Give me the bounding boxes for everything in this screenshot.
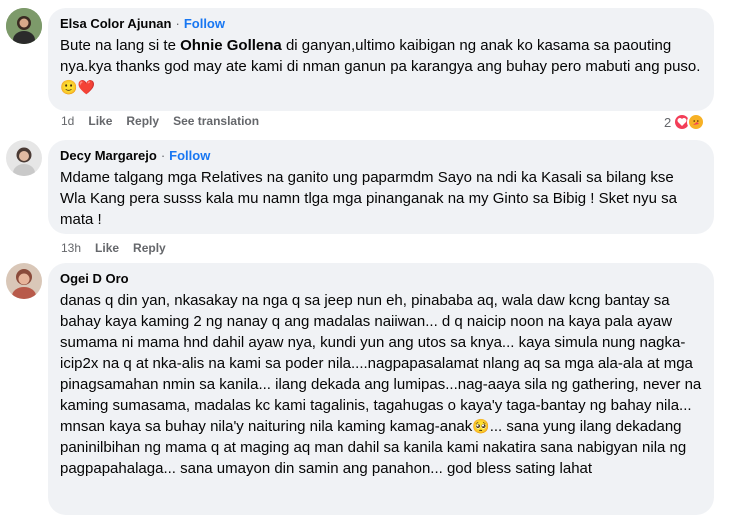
- like-button[interactable]: Like: [88, 114, 112, 128]
- mention-link[interactable]: Ohnie Gollena: [180, 37, 282, 54]
- separator-dot: ·: [160, 148, 166, 163]
- separator-dot: ·: [175, 16, 180, 31]
- profile-photo-icon: [6, 263, 42, 299]
- reply-button[interactable]: Reply: [133, 241, 166, 255]
- comment-text: danas q din yan, nkasakay na nga q sa je…: [60, 290, 702, 479]
- avatar[interactable]: [6, 8, 42, 44]
- timestamp[interactable]: 13h: [61, 241, 81, 255]
- profile-photo-icon: [6, 140, 42, 176]
- comment-text-part: danas q din yan, nkasakay na nga q sa je…: [60, 292, 702, 435]
- timestamp[interactable]: 1d: [61, 114, 74, 128]
- reaction-summary[interactable]: 2: [664, 112, 706, 132]
- comment-header: Ogei D Oro: [60, 270, 702, 287]
- comment-text-part: Bute na lang si te: [60, 37, 181, 54]
- like-button[interactable]: Like: [95, 241, 119, 255]
- comment-bubble: Ogei D Oro danas q din yan, nkasakay na …: [48, 263, 714, 515]
- pleading-face-emoji: 🥺: [472, 418, 490, 434]
- comment-header: Decy Margarejo · Follow: [60, 147, 702, 164]
- comment-bubble: Decy Margarejo · Follow Mdame talgang mga …: [48, 140, 714, 234]
- author-name[interactable]: Decy Margarejo: [60, 148, 157, 163]
- reaction-count: 2: [664, 114, 672, 130]
- reply-button[interactable]: Reply: [126, 114, 159, 128]
- comment-actions: 1d Like Reply See translation: [61, 113, 273, 129]
- comment-text: Bute na lang si te Ohnie Gollena di gany…: [60, 35, 702, 98]
- avatar[interactable]: [6, 263, 42, 299]
- avatar[interactable]: [6, 140, 42, 176]
- comment-actions: 13h Like Reply: [61, 240, 180, 256]
- care-icon: [687, 113, 706, 131]
- follow-button[interactable]: Follow: [169, 148, 210, 163]
- follow-button[interactable]: Follow: [184, 16, 225, 31]
- heart-emoji: ❤️: [77, 79, 95, 95]
- author-name[interactable]: Elsa Color Ajunan: [60, 16, 171, 31]
- profile-photo-icon: [6, 8, 42, 44]
- comment-bubble: Elsa Color Ajunan · Follow Bute na lang si…: [48, 8, 714, 111]
- author-name[interactable]: Ogei D Oro: [60, 271, 129, 286]
- comment-text: Mdame talgang mga Relatives na ganito un…: [60, 169, 677, 228]
- smile-emoji: 🙂: [60, 79, 78, 95]
- see-translation-link[interactable]: See translation: [173, 114, 259, 128]
- comment-header: Elsa Color Ajunan · Follow: [60, 15, 702, 32]
